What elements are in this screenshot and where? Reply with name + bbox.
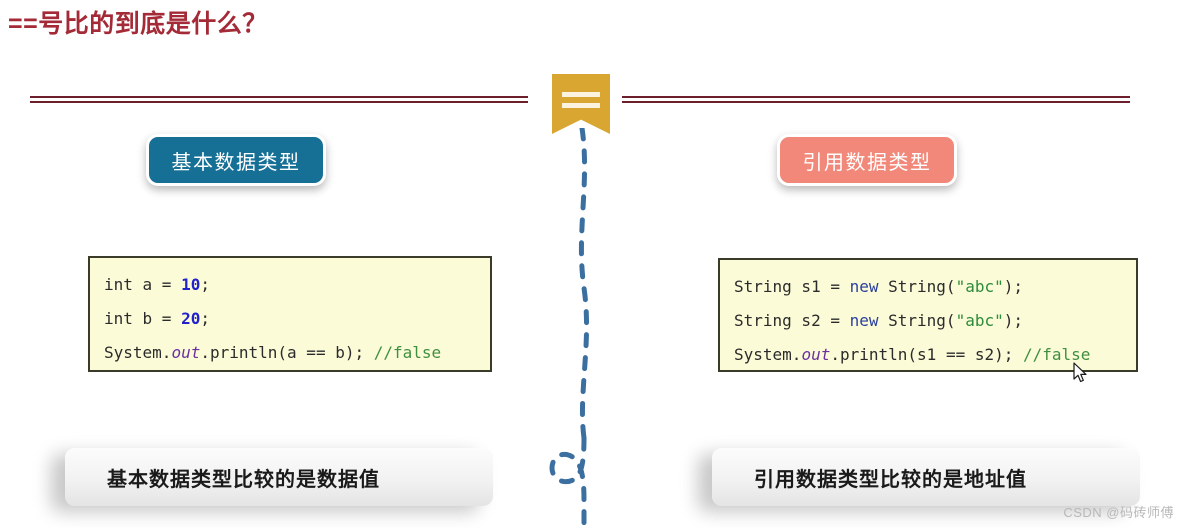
code-token: 10 bbox=[181, 275, 201, 294]
code-line: System.out.println(a == b); //false bbox=[104, 336, 490, 370]
equals-bar-top bbox=[562, 92, 600, 97]
code-token: //false bbox=[373, 343, 442, 362]
code-token: System. bbox=[734, 345, 802, 364]
code-token: new bbox=[849, 311, 879, 330]
code-line: int b = 20; bbox=[104, 302, 490, 336]
label-reference-type[interactable]: 引用数据类型 bbox=[777, 134, 957, 186]
label-primitive-type-text: 基本数据类型 bbox=[171, 151, 301, 174]
code-token: ; bbox=[200, 309, 210, 328]
label-primitive-type[interactable]: 基本数据类型 bbox=[146, 134, 326, 186]
equals-banner-icon bbox=[552, 74, 610, 134]
mouse-cursor-icon bbox=[1073, 362, 1087, 383]
code-block-primitive: int a = 10; int b = 20; System.out.println… bbox=[88, 256, 492, 372]
code-line: String s2 = new String("abc"); bbox=[734, 304, 1136, 338]
code-token: System. bbox=[104, 343, 172, 362]
conclusion-reference-text: 引用数据类型比较的是地址值 bbox=[754, 468, 1027, 491]
code-token: .println(s1 == s2); bbox=[830, 345, 1023, 364]
code-token: String s2 = bbox=[734, 311, 850, 330]
code-line: int a = 10; bbox=[104, 268, 490, 302]
code-token: ); bbox=[1003, 277, 1023, 296]
page-title: ==号比的到底是什么？ bbox=[8, 10, 268, 38]
label-reference-type-text: 引用数据类型 bbox=[802, 151, 932, 174]
code-token: String s1 = bbox=[734, 277, 850, 296]
code-token: out bbox=[171, 343, 201, 362]
code-token: String( bbox=[878, 311, 956, 330]
conclusion-primitive-text: 基本数据类型比较的是数据值 bbox=[107, 468, 380, 491]
slide-canvas: ==号比的到底是什么？ 基本数据类型 引用数据类型 int a = 10; int… bbox=[0, 0, 1184, 528]
conclusion-reference: 引用数据类型比较的是地址值 bbox=[712, 448, 1140, 506]
code-token: "abc" bbox=[955, 311, 1004, 330]
equals-bar-bottom bbox=[562, 103, 600, 108]
divider-right bbox=[622, 96, 1130, 103]
dashed-connector-line bbox=[549, 128, 590, 528]
code-token: ); bbox=[1003, 311, 1023, 330]
conclusion-primitive: 基本数据类型比较的是数据值 bbox=[65, 448, 493, 506]
code-token: .println(a == b); bbox=[200, 343, 374, 362]
code-token: 20 bbox=[181, 309, 201, 328]
code-token: new bbox=[849, 277, 879, 296]
code-token: ; bbox=[200, 275, 210, 294]
code-token: int b = bbox=[104, 309, 182, 328]
code-token: out bbox=[801, 345, 831, 364]
code-token: "abc" bbox=[955, 277, 1004, 296]
code-line: String s1 = new String("abc"); bbox=[734, 270, 1136, 304]
watermark: CSDN @码砖师傅 bbox=[1063, 505, 1174, 520]
divider-left bbox=[30, 96, 528, 103]
code-token: String( bbox=[878, 277, 956, 296]
code-block-reference: String s1 = new String("abc"); String s2 … bbox=[718, 258, 1138, 372]
code-token: int a = bbox=[104, 275, 182, 294]
